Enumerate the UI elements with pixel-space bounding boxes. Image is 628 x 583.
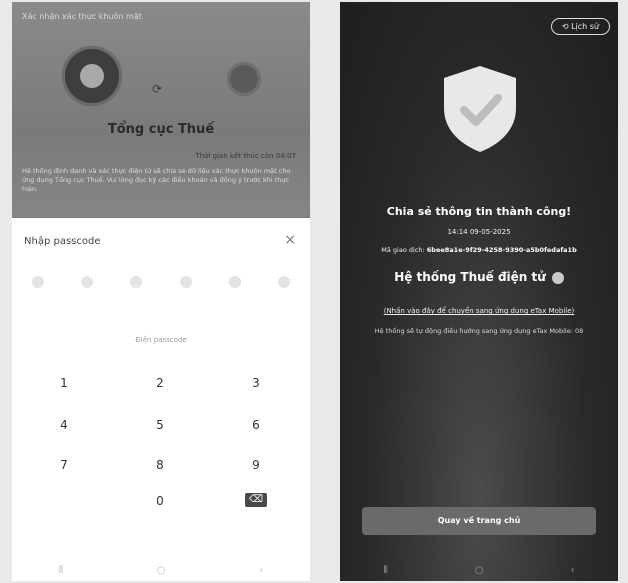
history-icon: ⟲: [561, 22, 572, 31]
close-button[interactable]: ×: [284, 232, 296, 248]
history-button[interactable]: ⟲ Lịch sử: [550, 18, 610, 35]
shield-check-icon: [440, 64, 520, 154]
key-4[interactable]: 4: [34, 418, 94, 432]
passcode-dot: [228, 276, 241, 288]
delete-icon[interactable]: ⌫: [245, 493, 267, 507]
android-nav-bar: ⦀ ○ ‹: [12, 559, 310, 581]
organization-name: Tổng cục Thuế: [107, 122, 215, 137]
key-2[interactable]: 2: [130, 376, 190, 390]
home-icon[interactable]: ○: [157, 565, 166, 576]
key-7[interactable]: 7: [34, 458, 94, 472]
key-8[interactable]: 8: [130, 458, 190, 472]
passcode-dot: [130, 276, 143, 288]
left-phone-screen: Xác nhận xác thực khuôn mặt ⟳ Tổng cục T…: [12, 2, 310, 581]
link-arrow-icon: ⟳: [152, 82, 163, 96]
key-9[interactable]: 9: [226, 458, 286, 472]
passcode-sheet: Nhập passcode × Điền passcode 1 2 3 4 5 …: [12, 218, 310, 581]
key-6[interactable]: 6: [226, 418, 286, 432]
back-icon[interactable]: ‹: [571, 565, 575, 576]
system-name: Hệ thống Thuế điện tử: [394, 270, 546, 284]
national-emblem-icon: [62, 46, 122, 106]
passcode-dot: [81, 276, 94, 288]
passcode-dot: [179, 276, 192, 288]
passcode-title: Nhập passcode: [24, 236, 101, 247]
transaction-id-line: Mã giao dịch: 6bee8a1e-9f29-4258-9390-a5…: [340, 246, 618, 254]
key-5[interactable]: 5: [130, 418, 190, 432]
transaction-label: Mã giao dịch:: [381, 246, 425, 254]
back-icon[interactable]: ‹: [259, 565, 263, 576]
recent-apps-icon[interactable]: ⦀: [383, 565, 387, 576]
passcode-dot: [32, 276, 44, 288]
passcode-dots: [32, 276, 290, 288]
transaction-datetime: 14:14 09-05-2025: [447, 228, 511, 236]
consent-title: Xác nhận xác thực khuôn mặt: [22, 12, 142, 21]
success-message: Chia sẻ thông tin thành công!: [386, 205, 572, 218]
countdown-timer: Thời gian kết thúc còn 04:07: [195, 152, 297, 160]
back-home-button[interactable]: Quay về trang chủ: [362, 507, 596, 535]
smile-icon: [551, 271, 564, 284]
key-0[interactable]: 0: [130, 494, 190, 508]
transaction-id: 6bee8a1e-9f29-4258-9390-a5b0fedafa1b: [426, 246, 577, 254]
open-etax-link[interactable]: (Nhấn vào đây để chuyển sang ứng dụng eT…: [346, 307, 612, 315]
right-phone-screen: ⟲ Lịch sử Chia sẻ thông tin thành công! …: [340, 2, 618, 581]
system-title: Hệ thống Thuế điện tử: [340, 270, 618, 284]
passcode-dot: [277, 276, 290, 288]
key-3[interactable]: 3: [226, 376, 286, 390]
home-icon[interactable]: ○: [475, 565, 484, 576]
history-label: Lịch sử: [571, 22, 599, 31]
passcode-hint: Điền passcode: [135, 336, 187, 344]
key-1[interactable]: 1: [34, 376, 94, 390]
android-nav-bar: ⦀ ○ ‹: [340, 559, 618, 581]
tax-department-logo: [227, 62, 261, 96]
face-auth-background: Xác nhận xác thực khuôn mặt ⟳ Tổng cục T…: [12, 2, 310, 217]
consent-description: Hệ thống định danh và xác thực điện tử s…: [22, 167, 291, 193]
redirect-note: Hệ thống sẽ tự động điều hướng sang ứng …: [374, 327, 584, 335]
recent-apps-icon[interactable]: ⦀: [59, 565, 63, 576]
